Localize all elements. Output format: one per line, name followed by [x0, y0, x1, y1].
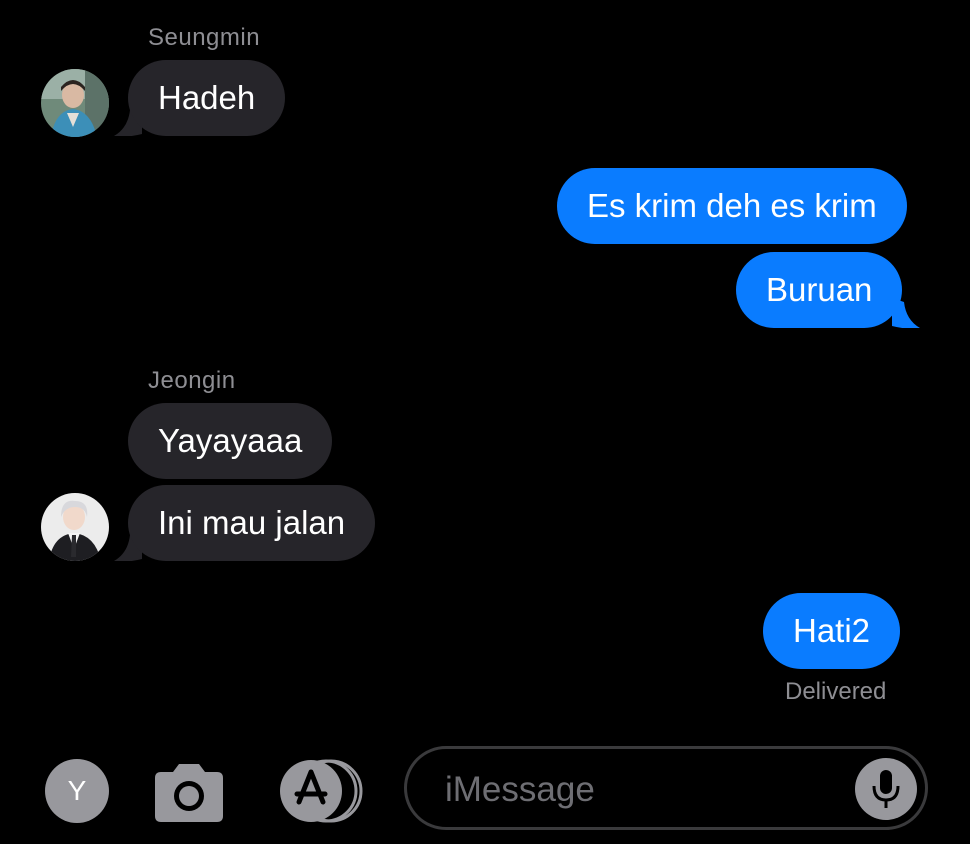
messages-screen: Seungmin Hadeh Es krim deh es krim Burua…	[0, 0, 970, 844]
avatar-seungmin[interactable]	[41, 69, 109, 137]
delivery-status: Delivered	[785, 678, 887, 705]
profile-button[interactable]: Y	[45, 759, 109, 823]
message-bubble-incoming[interactable]: Ini mau jalan	[128, 485, 376, 561]
message-composer[interactable]	[404, 746, 928, 830]
message-bubble-outgoing[interactable]: Hati2	[763, 593, 901, 669]
profile-initial: Y	[67, 775, 87, 806]
message-bubble-incoming[interactable]: Hadeh	[128, 60, 286, 136]
message-bubble-incoming[interactable]: Yayayaaa	[128, 403, 333, 479]
camera-button[interactable]	[151, 760, 227, 824]
bubble-tail-outgoing	[892, 298, 920, 328]
message-bubble-outgoing[interactable]: Buruan	[736, 252, 903, 328]
appstore-icon	[280, 759, 363, 823]
avatar-jeongin[interactable]	[41, 493, 109, 561]
message-input[interactable]	[443, 763, 847, 817]
message-bubble-outgoing[interactable]: Es krim deh es krim	[557, 168, 907, 244]
sender-name-seungmin: Seungmin	[148, 24, 261, 51]
microphone-button[interactable]	[855, 758, 917, 820]
appstore-button[interactable]	[275, 758, 365, 824]
sender-name-jeongin: Jeongin	[148, 367, 236, 394]
microphone-icon	[872, 770, 900, 808]
camera-icon	[155, 764, 223, 822]
